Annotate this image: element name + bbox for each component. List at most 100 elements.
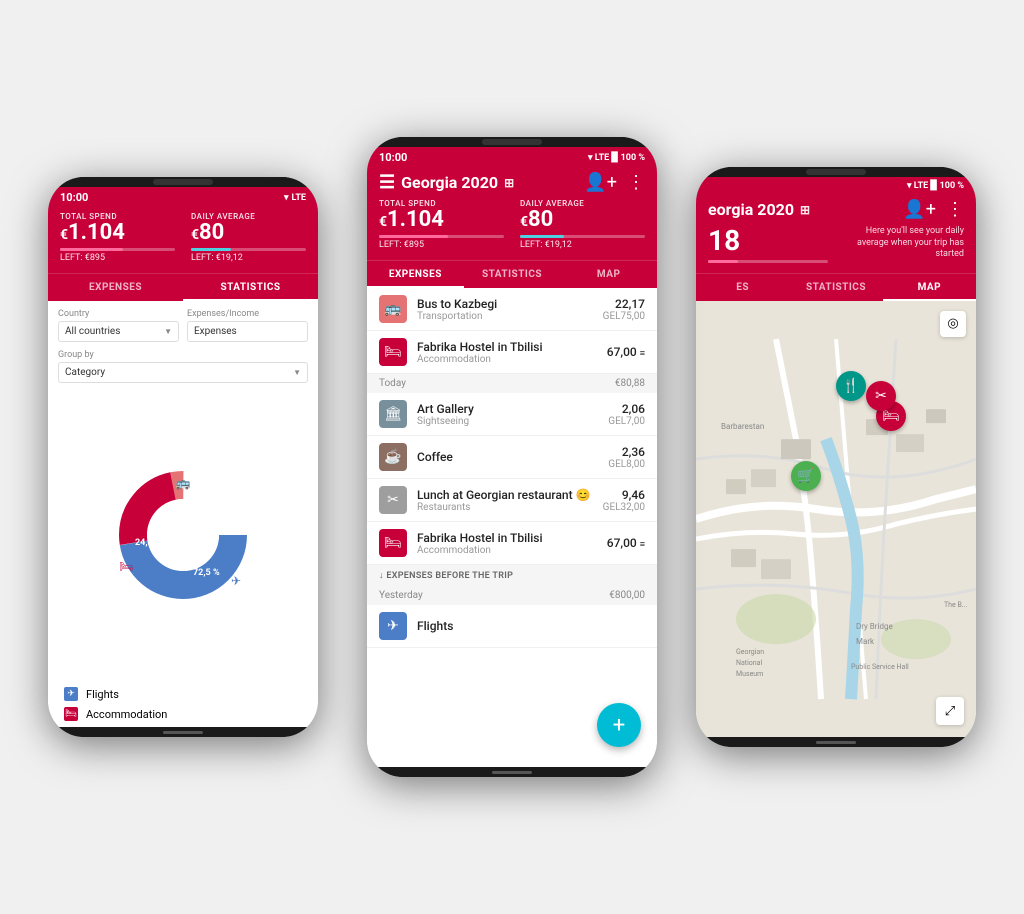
legend-dot-flights: ✈ <box>64 687 78 701</box>
notch-bar-center <box>367 137 657 147</box>
status-icons-center: ▾ LTE ▉ 100 % <box>588 153 645 163</box>
hostel1-icon: 🛏 <box>379 338 407 366</box>
notch-bar-left <box>48 177 318 187</box>
map-pin-shop[interactable]: 🛒 <box>791 461 821 491</box>
coffee-icon: ☕ <box>379 443 407 471</box>
expense-lunch[interactable]: ✂ Lunch at Georgian restaurant 😊 Restaur… <box>367 479 657 522</box>
country-select[interactable]: All countries ▼ <box>58 321 179 342</box>
pct-label-2: 24,3 % <box>135 538 162 548</box>
expense-select[interactable]: Expenses <box>187 321 308 342</box>
total-value-left: €1.104 <box>60 221 175 245</box>
map-expand-button[interactable]: ⤢ <box>936 697 964 725</box>
daily-avg-left: DAILY AVERAGE €80 LEFT: €19,12 <box>191 212 306 263</box>
bus-icon: 🚌 <box>379 295 407 323</box>
group-select[interactable]: Category ▼ <box>58 362 308 383</box>
pct-label-1: 3,3 % <box>213 513 235 523</box>
svg-text:Public Service Hall: Public Service Hall <box>851 663 909 671</box>
more-icon-right[interactable]: ⋮ <box>946 199 964 220</box>
chart-top-icon: 🚌 <box>176 476 191 490</box>
yesterday-header: Yesterday €800,00 <box>367 586 657 605</box>
tab-expenses-left[interactable]: EXPENSES <box>48 274 183 301</box>
tab-expenses-center[interactable]: EXPENSES <box>367 261 464 288</box>
stats-content-left: Country All countries ▼ Expenses/Income … <box>48 301 318 727</box>
svg-text:National: National <box>736 659 762 667</box>
hostel2-amount: 67,00 ≡ <box>607 536 645 550</box>
expense-hostel-2[interactable]: 🛏 Fabrika Hostel in Tbilisi Accommodatio… <box>367 522 657 565</box>
phone-left: 10:00 ▾ LTE TOTAL SPEND €1.104 <box>48 177 318 737</box>
time-left: 10:00 <box>60 191 88 204</box>
expense-bus[interactable]: 🚌 Bus to Kazbegi Transportation 22,17 GE… <box>367 288 657 331</box>
donut-chart: 🚌 3,3 % 24,3 % 72,5 % ✈ 🛏 <box>113 465 253 605</box>
expense-flights[interactable]: ✈ Flights <box>367 605 657 648</box>
map-container[interactable]: Barbarestan Dry Bridge Mark Public Servi… <box>696 301 976 737</box>
daily-value-left: €80 <box>191 221 306 245</box>
bus-details: Bus to Kazbegi Transportation <box>417 297 593 322</box>
status-icons-left: ▾ LTE <box>284 193 306 203</box>
add-person-icon-right[interactable]: 👤+ <box>903 199 936 220</box>
today-header: Today €80,88 <box>367 374 657 393</box>
tab-map-right[interactable]: MAP <box>883 274 976 301</box>
header-top-center: ☰ Georgia 2020 ⊞ 👤+ ⋮ <box>379 172 645 193</box>
pct-label-3: 72,5 % <box>193 568 220 578</box>
expense-hostel-1[interactable]: 🛏 Fabrika Hostel in Tbilisi Accommodatio… <box>367 331 657 374</box>
gallery-amount: 2,06 GEL7,00 <box>608 402 645 427</box>
bus-amount: 22,17 GEL75,00 <box>603 297 645 322</box>
expense-coffee[interactable]: ☕ Coffee 2,36 GEL8,00 <box>367 436 657 479</box>
status-icons-right: ▾ LTE ▉ 100 % <box>907 181 964 191</box>
tab-bar-left[interactable]: EXPENSES STATISTICS <box>48 273 318 301</box>
status-bar-center: 10:00 ▾ LTE ▉ 100 % <box>367 147 657 166</box>
before-trip-header: ↓ EXPENSES BEFORE THE TRIP <box>367 565 657 586</box>
daily-avg-center: DAILY AVERAGE €80 LEFT: €19,12 <box>520 199 645 250</box>
map-content-right: Barbarestan Dry Bridge Mark Public Servi… <box>696 301 976 737</box>
hostel2-details: Fabrika Hostel in Tbilisi Accommodation <box>417 531 597 556</box>
tab-bar-right[interactable]: ES STATISTICS MAP <box>696 273 976 301</box>
wifi-icon-left: ▾ <box>284 193 289 203</box>
accom-icon-chart: 🛏 <box>119 560 133 573</box>
phone-right-inner: ▾ LTE ▉ 100 % eorgia 2020 ⊞ 👤+ ⋮ <box>696 177 976 737</box>
map-locate-button[interactable]: ◎ <box>940 311 966 337</box>
tab-map-center[interactable]: MAP <box>560 261 657 288</box>
lunch-icon: ✂ <box>379 486 407 514</box>
stats-row-left: TOTAL SPEND €1.104 LEFT: €895 DAILY AVER… <box>60 212 306 263</box>
group-arrow-icon: ▼ <box>293 368 301 377</box>
map-pin-restaurant[interactable]: 🍴 <box>836 371 866 401</box>
daily-placeholder-right: Here you'll see your daily average when … <box>844 226 964 263</box>
header-left: TOTAL SPEND €1.104 LEFT: €895 DAILY AVER… <box>48 206 318 273</box>
header-title-center: ☰ Georgia 2020 ⊞ <box>379 172 514 193</box>
phone-left-inner: 10:00 ▾ LTE TOTAL SPEND €1.104 <box>48 187 318 727</box>
grid-icon-right: ⊞ <box>800 203 810 217</box>
time-center: 10:00 <box>379 151 407 164</box>
tab-bar-center[interactable]: EXPENSES STATISTICS MAP <box>367 260 657 288</box>
map-pin-scissors[interactable]: ✂ <box>866 381 896 411</box>
country-filter: Country All countries ▼ <box>58 309 179 342</box>
coffee-details: Coffee <box>417 450 598 464</box>
coffee-amount: 2,36 GEL8,00 <box>608 445 645 470</box>
flights-icon: ✈ <box>379 612 407 640</box>
daily-value-center: €80 <box>520 208 645 232</box>
map-svg: Barbarestan Dry Bridge Mark Public Servi… <box>696 301 976 737</box>
stats-row-center: TOTAL SPEND €1.104 LEFT: €895 DAILY AVER… <box>379 199 645 250</box>
legend-accommodation: 🛏 Accommodation <box>64 707 302 721</box>
tab-statistics-center[interactable]: STATISTICS <box>464 261 561 288</box>
add-person-icon-center[interactable]: 👤+ <box>584 172 617 193</box>
tab-statistics-left[interactable]: STATISTICS <box>183 274 318 301</box>
tab-statistics-right[interactable]: STATISTICS <box>789 274 882 301</box>
total-value-center: €1.104 <box>379 208 504 232</box>
signal-icon-left: LTE <box>291 193 306 203</box>
donut-hole <box>147 499 219 571</box>
phone-center-inner: 10:00 ▾ LTE ▉ 100 % ☰ Georgia 2020 ⊞ 👤+ … <box>367 147 657 767</box>
menu-icon-center[interactable]: ☰ <box>379 172 395 193</box>
hostel2-icon: 🛏 <box>379 529 407 557</box>
grid-icon-center: ⊞ <box>504 176 514 190</box>
gallery-details: Art Gallery Sightseeing <box>417 402 598 427</box>
more-icon-center[interactable]: ⋮ <box>627 172 645 193</box>
expense-gallery[interactable]: 🏛 Art Gallery Sightseeing 2,06 GEL7,00 <box>367 393 657 436</box>
donut-svg: 🚌 3,3 % 24,3 % 72,5 % ✈ 🛏 <box>113 465 253 605</box>
filter-row: Country All countries ▼ Expenses/Income … <box>48 301 318 346</box>
legend-area: ✈ Flights 🛏 Accommodation <box>48 681 318 727</box>
hostel1-details: Fabrika Hostel in Tbilisi Accommodation <box>417 340 597 365</box>
header-title-right: eorgia 2020 ⊞ <box>708 200 810 219</box>
tab-es-right[interactable]: ES <box>696 274 789 301</box>
add-expense-fab[interactable]: + <box>597 703 641 747</box>
scene: 10:00 ▾ LTE TOTAL SPEND €1.104 <box>0 0 1024 914</box>
